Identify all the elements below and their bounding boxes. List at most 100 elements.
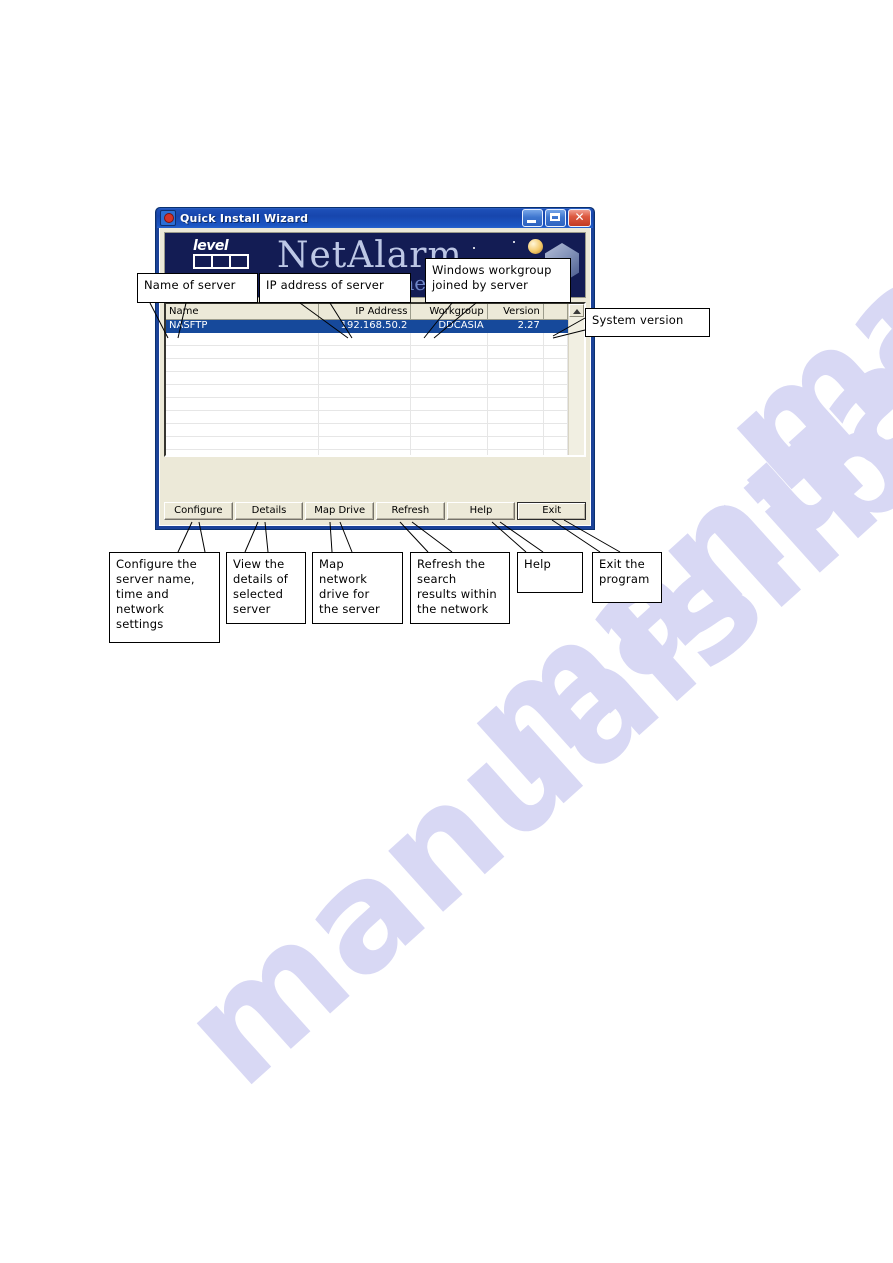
table-cell: [318, 384, 412, 398]
table-cell: [318, 345, 412, 359]
callout-refresh: Refresh the search results within the ne…: [410, 552, 510, 624]
table-cell: [410, 397, 488, 411]
table-cell: [543, 384, 568, 398]
details-button[interactable]: Details: [234, 502, 304, 520]
action-button-row: Configure Details Map Drive Refresh Help…: [164, 502, 587, 520]
callout-map-drive: Map network drive for the server: [312, 552, 403, 624]
table-cell: [166, 371, 320, 385]
table-cell: [543, 345, 568, 359]
table-cell: [487, 332, 544, 346]
column-header-ip[interactable]: IP Address: [318, 304, 412, 320]
server-list-body: Name IP Address Workgroup Version NASFTP…: [166, 304, 568, 455]
table-cell: [410, 371, 488, 385]
callout-workgroup: Windows workgroup joined by server: [425, 258, 571, 303]
table-cell: [166, 436, 320, 450]
table-cell: [543, 371, 568, 385]
server-list[interactable]: Name IP Address Workgroup Version NASFTP…: [164, 302, 586, 457]
callout-configure: Configure the server name, time and netw…: [109, 552, 220, 643]
table-row-empty[interactable]: [166, 371, 568, 385]
column-header-name[interactable]: Name: [166, 304, 320, 320]
callout-details: View the details of selected server: [226, 552, 306, 624]
table-cell: [410, 423, 488, 437]
table-cell: [410, 436, 488, 450]
table-cell: [543, 358, 568, 372]
maximize-button[interactable]: [545, 209, 566, 227]
table-cell: [166, 449, 320, 455]
table-cell: 2.27: [487, 319, 544, 333]
table-cell: [487, 436, 544, 450]
table-row-empty[interactable]: [166, 449, 568, 455]
quick-install-wizard-window: Quick Install Wizard level NetAlarm mana…: [155, 207, 595, 530]
table-cell: [166, 358, 320, 372]
callout-help: Help: [517, 552, 583, 593]
table-cell: [487, 397, 544, 411]
table-cell: NASFTP: [166, 319, 320, 333]
table-cell: [487, 371, 544, 385]
table-cell: [318, 449, 412, 455]
table-cell: [487, 345, 544, 359]
column-header-version[interactable]: Version: [487, 304, 544, 320]
table-cell: [318, 358, 412, 372]
callout-exit: Exit the program: [592, 552, 662, 603]
configure-button[interactable]: Configure: [164, 502, 233, 520]
table-cell: [487, 449, 544, 455]
levelone-logo: level: [193, 239, 249, 269]
table-header-row: Name IP Address Workgroup Version: [166, 304, 568, 320]
watermark-text: manualslib.com: [690, 0, 893, 525]
table-cell: DDCASIA: [410, 319, 488, 333]
server-table: Name IP Address Workgroup Version NASFTP…: [166, 304, 568, 455]
table-cell: [318, 332, 412, 346]
callout-system-version: System version: [585, 308, 710, 337]
window-title: Quick Install Wizard: [180, 211, 309, 225]
table-cell: [166, 345, 320, 359]
exit-button[interactable]: Exit: [517, 502, 587, 520]
table-cell: [318, 371, 412, 385]
table-row-empty[interactable]: [166, 332, 568, 346]
table-cell: [487, 358, 544, 372]
table-row-empty[interactable]: [166, 384, 568, 398]
scroll-up-icon[interactable]: [569, 304, 584, 317]
table-cell: [166, 423, 320, 437]
close-button[interactable]: [568, 209, 591, 227]
table-cell: [410, 410, 488, 424]
refresh-button[interactable]: Refresh: [376, 502, 445, 520]
title-bar[interactable]: Quick Install Wizard: [157, 208, 593, 228]
table-cell: [166, 384, 320, 398]
server-table-body: NASFTP 192.168.50.2 DDCASIA 2.27: [166, 319, 568, 455]
column-header-workgroup[interactable]: Workgroup: [410, 304, 488, 320]
table-row-empty[interactable]: [166, 436, 568, 450]
table-cell: [410, 332, 488, 346]
table-cell: [543, 436, 568, 450]
table-row-empty[interactable]: [166, 423, 568, 437]
app-icon: [160, 210, 176, 226]
minimize-button[interactable]: [522, 209, 543, 227]
table-cell: [410, 449, 488, 455]
table-cell: [543, 332, 568, 346]
table-row[interactable]: NASFTP 192.168.50.2 DDCASIA 2.27: [166, 319, 568, 333]
table-cell: [166, 410, 320, 424]
table-row-empty[interactable]: [166, 345, 568, 359]
table-row-empty[interactable]: [166, 358, 568, 372]
callout-ip-of-server: IP address of server: [259, 273, 411, 303]
table-cell: [166, 332, 320, 346]
table-cell: [318, 436, 412, 450]
table-row-empty[interactable]: [166, 397, 568, 411]
table-cell: [543, 319, 568, 333]
table-cell: [487, 423, 544, 437]
table-cell: [487, 384, 544, 398]
table-cell: [543, 423, 568, 437]
table-cell: [318, 423, 412, 437]
table-cell: [543, 410, 568, 424]
vertical-scrollbar[interactable]: [568, 304, 584, 455]
table-row-empty[interactable]: [166, 410, 568, 424]
table-cell: [166, 397, 320, 411]
table-cell: [410, 358, 488, 372]
help-button[interactable]: Help: [446, 502, 516, 520]
callout-name-of-server: Name of server: [137, 273, 258, 303]
map-drive-button[interactable]: Map Drive: [305, 502, 375, 520]
table-cell: [410, 345, 488, 359]
table-cell: [543, 397, 568, 411]
table-cell: [487, 410, 544, 424]
table-cell: [318, 397, 412, 411]
logo-wordmark: level: [193, 238, 229, 254]
